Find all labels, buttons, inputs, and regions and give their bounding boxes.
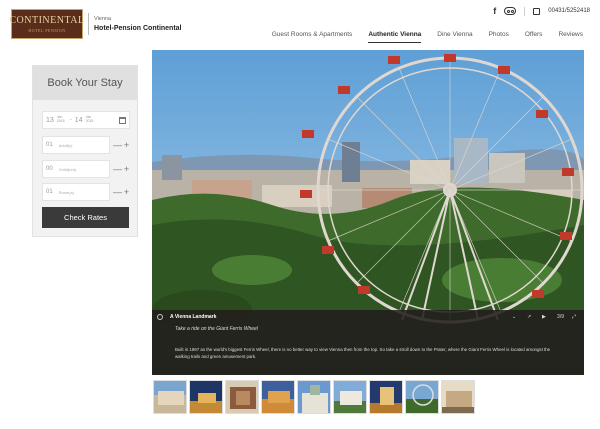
rooms-minus-button[interactable]: — — [113, 187, 122, 197]
calendar-icon[interactable] — [119, 116, 126, 124]
arrival-day: 13 — [46, 116, 54, 124]
caption-bar: A Vienna Landmark ⌄ ↗ ▶ 3/9 ⤢ Take a rid… — [152, 310, 584, 375]
nav-photos[interactable]: Photos — [489, 31, 509, 43]
nav-authentic-vienna[interactable]: Authentic Vienna — [368, 31, 422, 43]
rooms-field[interactable]: 01 Room(s) — [42, 183, 110, 201]
social-separator — [524, 6, 526, 16]
chevron-down-icon[interactable]: ⌄ — [512, 314, 519, 320]
caption-header: A Vienna Landmark ⌄ ↗ ▶ 3/9 ⤢ — [152, 310, 584, 323]
thumbnail[interactable] — [153, 380, 187, 414]
phone-number[interactable]: 00431/5252418 — [548, 8, 590, 14]
departure-month-year: Jan 2015 — [85, 115, 94, 123]
share-icon[interactable]: ↗ — [527, 314, 534, 320]
phone-icon — [533, 7, 541, 15]
adults-minus-button[interactable]: — — [113, 140, 122, 150]
logo-subtext: HOTEL PENSION — [28, 27, 66, 33]
tripadvisor-icon[interactable] — [504, 7, 517, 15]
play-icon[interactable]: ▶ — [542, 314, 549, 320]
thumbnail[interactable] — [261, 380, 295, 414]
thumbnail[interactable] — [369, 380, 403, 414]
booking-title: Book Your Stay — [33, 66, 137, 100]
children-stepper: 00 Child(ren) — + — [42, 160, 130, 178]
facebook-icon[interactable]: f — [493, 6, 496, 16]
photo-gallery[interactable]: A Vienna Landmark ⌄ ↗ ▶ 3/9 ⤢ Take a rid… — [152, 50, 584, 375]
nav-guest-rooms[interactable]: Guest Rooms & Apartments — [272, 31, 353, 43]
children-field[interactable]: 00 Child(ren) — [42, 160, 110, 178]
date-separator: - — [69, 117, 72, 123]
thumbnail[interactable] — [441, 380, 475, 414]
thumbnail[interactable] — [405, 380, 439, 414]
booking-widget: Book Your Stay 13 Jan 2015 - 14 Jan 2015 0… — [32, 65, 138, 237]
check-rates-button[interactable]: Check Rates — [42, 207, 129, 228]
gallery-controls: ⌄ ↗ ▶ 3/9 ⤢ — [512, 314, 579, 320]
slide-counter: 3/9 — [557, 313, 564, 320]
rooms-plus-button[interactable]: + — [123, 187, 130, 197]
adults-field[interactable]: 01 Adult(s) — [42, 136, 110, 154]
date-picker[interactable]: 13 Jan 2015 - 14 Jan 2015 — [42, 111, 130, 129]
thumbnail[interactable] — [333, 380, 367, 414]
caption-description: Built in 1897 as the world's biggest Fer… — [175, 347, 551, 360]
nav-reviews[interactable]: Reviews — [558, 31, 583, 43]
landmark-icon — [157, 313, 163, 320]
thumbnail[interactable] — [297, 380, 331, 414]
thumbnail[interactable] — [225, 380, 259, 414]
caption-title: A Vienna Landmark — [170, 313, 217, 320]
nav-offers[interactable]: Offers — [525, 31, 543, 43]
adults-plus-button[interactable]: + — [123, 140, 130, 150]
hotel-logo[interactable]: CONTINENTAL HOTEL PENSION — [9, 9, 85, 39]
city-label: Vienna — [94, 16, 112, 22]
children-plus-button[interactable]: + — [123, 164, 130, 174]
departure-day: 14 — [74, 116, 83, 124]
nav-dine-vienna[interactable]: Dine Vienna — [437, 31, 472, 43]
thumbnail-strip — [153, 380, 475, 414]
adults-stepper: 01 Adult(s) — + — [42, 136, 130, 154]
logo-text: CONTINENTAL — [9, 14, 85, 26]
main-nav: Guest Rooms & Apartments Authentic Vienn… — [272, 31, 583, 43]
arrival-month-year: Jan 2015 — [56, 115, 65, 123]
header-divider — [88, 13, 89, 35]
caption-subtitle: Take a ride on the Giant Ferris Wheel — [175, 326, 258, 332]
children-minus-button[interactable]: — — [113, 164, 122, 174]
thumbnail[interactable] — [189, 380, 223, 414]
fullscreen-icon[interactable]: ⤢ — [572, 314, 579, 320]
social-bar: f 00431/5252418 — [493, 6, 590, 16]
rooms-stepper: 01 Room(s) — + — [42, 183, 130, 201]
hotel-name: Hotel-Pension Continental — [94, 25, 182, 32]
